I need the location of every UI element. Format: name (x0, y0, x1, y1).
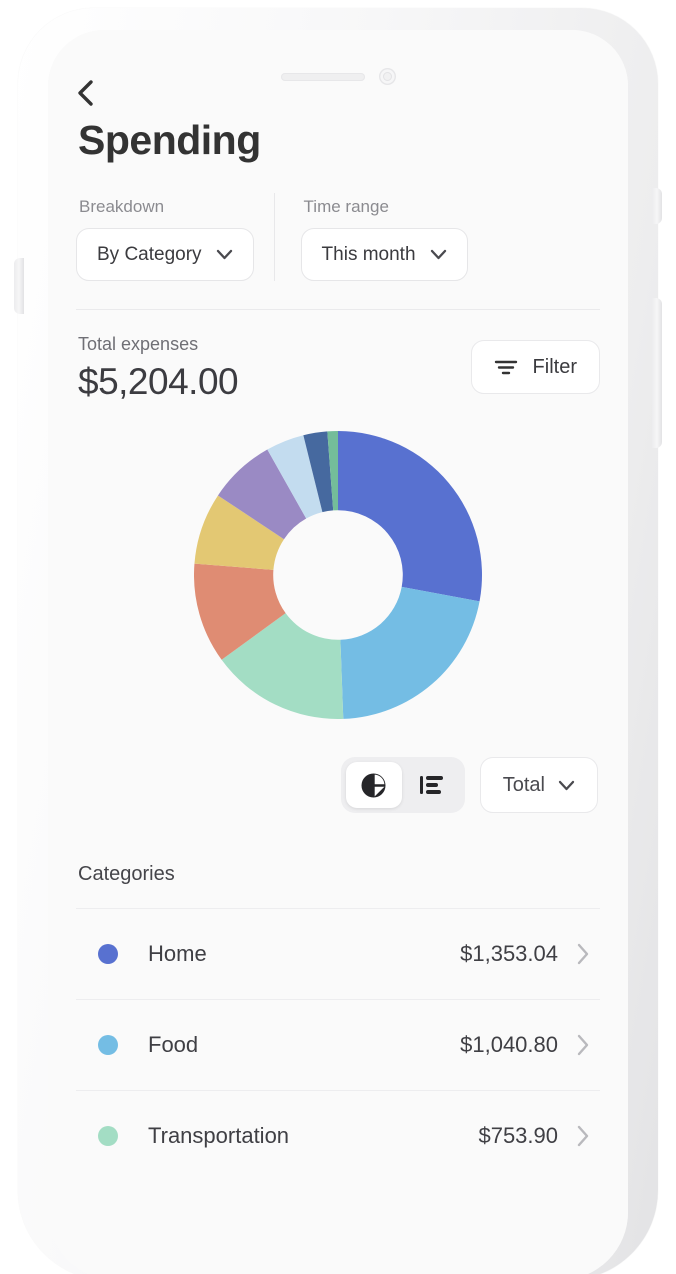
selectors-divider (273, 193, 275, 281)
categories-title: Categories (78, 863, 175, 885)
time-range-value: This month (321, 243, 416, 265)
pie-chart-view-button[interactable] (345, 762, 402, 808)
nav-bar (76, 30, 600, 106)
chevron-down-icon (216, 249, 232, 260)
category-row[interactable]: Food $1,040.80 (76, 999, 600, 1090)
category-amount: $753.90 (478, 1123, 558, 1148)
spending-donut-chart[interactable] (194, 431, 483, 719)
screenshot-root: Spending Breakdown By Category Time rang… (0, 0, 676, 1274)
summary-row: Total expenses $5,204.00 Filter (76, 334, 600, 403)
filter-lines-icon (494, 360, 517, 375)
chevron-right-icon (576, 942, 590, 966)
phone-notch (48, 68, 628, 85)
chart-controls: Total (76, 757, 600, 813)
metric-select[interactable]: Total (479, 757, 598, 813)
bar-list-view-button[interactable] (404, 762, 460, 808)
chevron-down-icon (430, 249, 446, 260)
category-row[interactable]: Home $1,353.04 (76, 908, 600, 999)
time-range-select[interactable]: This month (300, 228, 468, 281)
category-name: Food (148, 1032, 199, 1057)
filter-label: Filter (532, 355, 577, 378)
category-color-dot (98, 1126, 118, 1146)
breakdown-group: Breakdown By Category (76, 197, 254, 281)
categories-list: Home $1,353.04 Food $1,040.80 Transportation… (76, 908, 600, 1181)
breakdown-select[interactable]: By Category (76, 228, 254, 281)
page-title: Spending (78, 117, 261, 163)
breakdown-label: Breakdown (79, 197, 165, 216)
phone-power-button[interactable] (652, 298, 662, 448)
phone-mute-switch[interactable] (652, 188, 662, 224)
time-range-group: Time range This month (300, 197, 468, 281)
total-expenses-block: Total expenses $5,204.00 (76, 334, 239, 403)
donut-svg (194, 431, 483, 719)
chevron-down-icon (558, 780, 575, 790)
total-expenses-label: Total expenses (78, 334, 199, 354)
selectors-row: Breakdown By Category Time range This mo… (76, 193, 600, 281)
speaker-slot-icon (280, 72, 365, 81)
chevron-right-icon (576, 1033, 590, 1057)
donut-segment[interactable] (340, 586, 480, 719)
bar-list-icon (419, 776, 443, 794)
category-name: Home (148, 941, 207, 966)
pie-chart-icon (361, 773, 386, 797)
category-name: Transportation (148, 1123, 290, 1148)
phone-frame: Spending Breakdown By Category Time rang… (14, 8, 662, 1274)
time-range-label: Time range (303, 197, 389, 216)
chart-view-toggle (340, 757, 465, 813)
chevron-right-icon (576, 1124, 590, 1148)
phone-screen-area: Spending Breakdown By Category Time rang… (48, 30, 628, 1274)
category-color-dot (98, 1035, 118, 1055)
category-amount: $1,040.80 (460, 1032, 558, 1057)
category-row[interactable]: Transportation $753.90 (76, 1090, 600, 1181)
phone-volume-up-button[interactable] (14, 258, 24, 314)
metric-value: Total (502, 773, 545, 796)
app-screen: Spending Breakdown By Category Time rang… (48, 30, 628, 1274)
breakdown-value: By Category (97, 243, 202, 265)
category-color-dot (98, 944, 118, 964)
donut-segment[interactable] (338, 431, 483, 602)
section-divider (76, 309, 600, 310)
filter-button[interactable]: Filter (470, 340, 600, 394)
category-amount: $1,353.04 (460, 941, 558, 966)
chart-container (76, 431, 600, 719)
total-expenses-amount: $5,204.00 (78, 361, 239, 402)
front-camera-icon (378, 68, 396, 85)
